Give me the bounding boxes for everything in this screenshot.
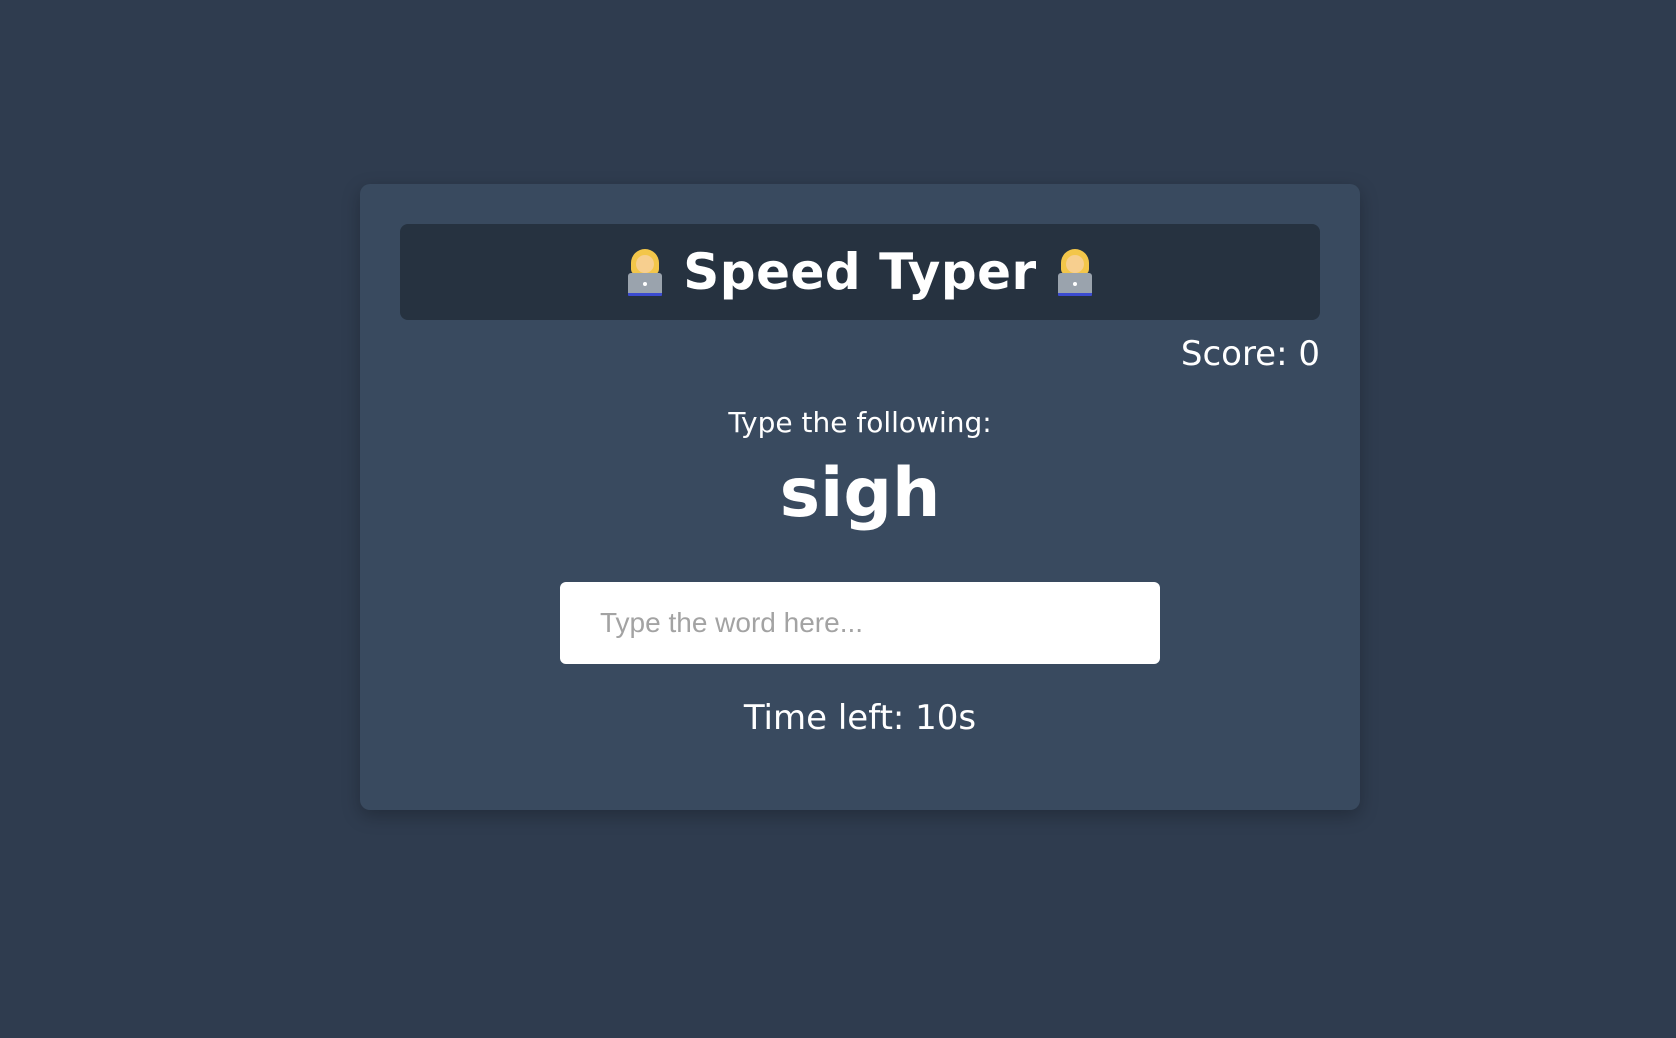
woman-technologist-icon	[1055, 247, 1095, 297]
game-card: Speed Typer Score: 0 Type the following:…	[360, 184, 1360, 810]
header-bar: Speed Typer	[400, 224, 1320, 320]
page-title: Speed Typer	[683, 243, 1037, 301]
word-input[interactable]	[560, 582, 1160, 664]
time-left-display: Time left: 10s	[743, 698, 977, 738]
target-word: sigh	[779, 454, 941, 533]
woman-technologist-icon	[625, 247, 665, 297]
score-display: Score: 0	[1180, 334, 1320, 374]
instruction-label: Type the following:	[728, 406, 992, 439]
